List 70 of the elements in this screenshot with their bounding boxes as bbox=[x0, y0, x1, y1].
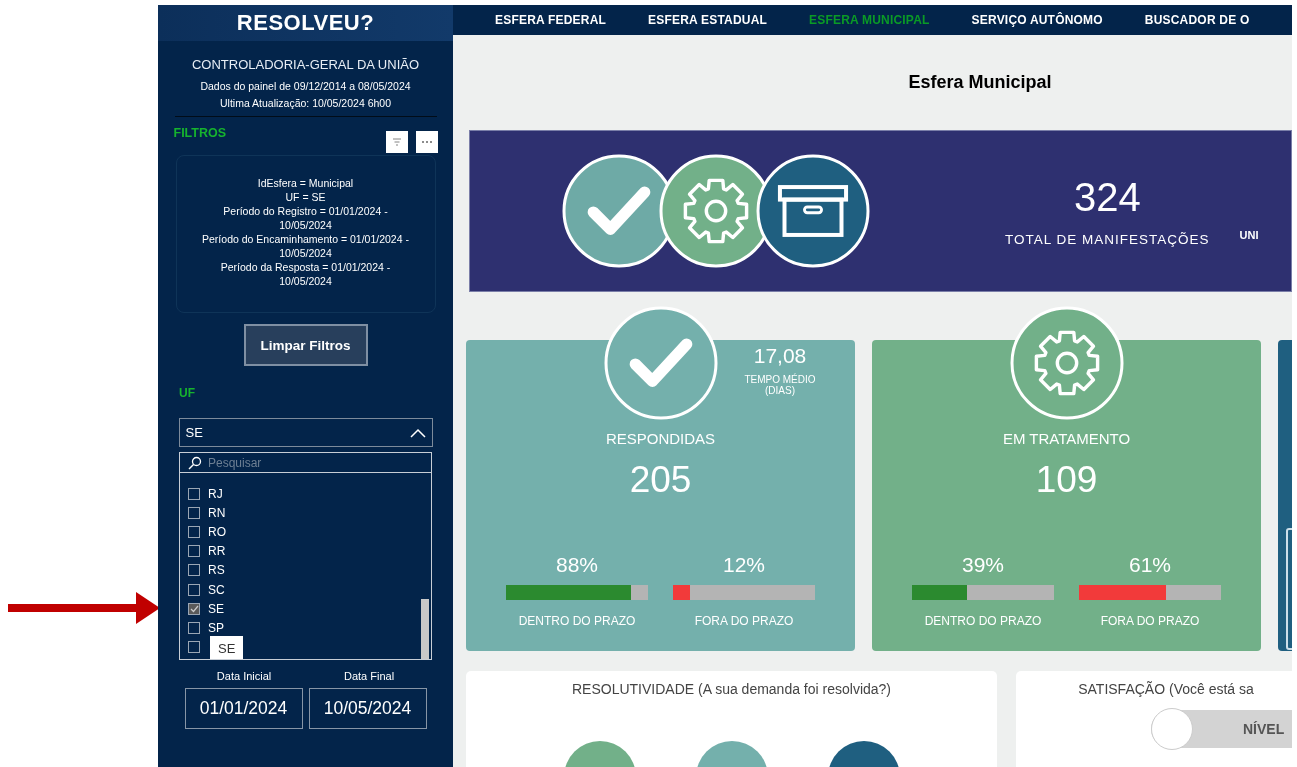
checkbox[interactable] bbox=[188, 583, 200, 596]
page-title: Esfera Municipal bbox=[908, 72, 1052, 93]
nav-tab[interactable]: ESFERA FEDERAL bbox=[453, 5, 628, 35]
checkbox[interactable] bbox=[188, 545, 200, 558]
dropdown-option[interactable]: RN bbox=[188, 503, 230, 523]
card-title: EM TRATAMENTO bbox=[1002, 430, 1131, 447]
organization-name: CONTROLADORIA-GERAL DA UNIÃO bbox=[191, 57, 420, 72]
checkbox[interactable] bbox=[188, 487, 200, 500]
card-title: RESPONDIDAS bbox=[605, 430, 716, 447]
filter-icon[interactable] bbox=[385, 131, 408, 153]
panel-title: SATISFAÇÃO (Você está sa bbox=[1078, 681, 1254, 697]
dropdown-option[interactable]: RO bbox=[188, 522, 230, 542]
date-field[interactable]: 01/01/2024 bbox=[184, 688, 303, 729]
date-field[interactable]: 10/05/2024 bbox=[308, 688, 427, 729]
level-pill: NÍVEL bbox=[1151, 710, 1292, 748]
percentage: 88% bbox=[556, 553, 598, 577]
filter-summary-text: Período do Encaminhamento = 01/01/2024 - 10/05/2024 bbox=[201, 232, 410, 260]
dropdown-option[interactable]: SC bbox=[188, 579, 229, 600]
info-text: Ultima Atualização: 10/05/2024 6h00 bbox=[218, 96, 392, 111]
total-value: 324 bbox=[1073, 175, 1141, 220]
total-label: TOTAL DE MANIFESTAÇÕES bbox=[1005, 232, 1210, 247]
checkbox[interactable] bbox=[188, 506, 200, 519]
uf-dropdown[interactable]: SE bbox=[178, 418, 433, 447]
archive-box-circle-icon bbox=[756, 154, 870, 268]
nav-tab[interactable]: ESFERA ESTADUAL bbox=[627, 5, 789, 35]
bar-label: FORA DO PRAZO bbox=[694, 614, 794, 628]
checkbox[interactable] bbox=[188, 621, 200, 634]
checkbox[interactable] bbox=[188, 602, 200, 615]
nav-tab[interactable]: SERVIÇO AUTÔNOMO bbox=[950, 5, 1124, 35]
nav-tab[interactable]: BUSCADOR DE O bbox=[1123, 5, 1271, 35]
dropdown-option[interactable]: SP bbox=[188, 618, 228, 638]
checkbox[interactable] bbox=[188, 525, 200, 538]
filter-summary-text: UF = SE bbox=[285, 190, 326, 204]
bar-label: DENTRO DO PRAZO bbox=[924, 614, 1042, 628]
date-label: Data Inicial bbox=[216, 670, 272, 682]
search-input[interactable]: Pesquisar bbox=[208, 455, 408, 470]
percentage: 12% bbox=[723, 553, 765, 577]
card-value: 205 bbox=[629, 459, 692, 501]
search-field[interactable]: Pesquisar bbox=[180, 453, 431, 473]
tooltip: SE bbox=[210, 636, 244, 659]
uf-label: UF bbox=[179, 386, 195, 400]
average-time-value: 17,08 bbox=[753, 344, 807, 368]
checkbox[interactable] bbox=[188, 564, 200, 577]
search-icon bbox=[188, 455, 202, 470]
arrow-icon bbox=[8, 590, 160, 626]
filters-label: FILTROS bbox=[173, 126, 228, 140]
app-title: RESOLVEU? bbox=[236, 10, 375, 36]
scrollbar-thumb[interactable] bbox=[421, 599, 429, 659]
more-options-icon[interactable] bbox=[415, 131, 438, 153]
bar-label: FORA DO PRAZO bbox=[1100, 614, 1200, 628]
clear-filters-button[interactable]: Limpar Filtros bbox=[243, 324, 368, 366]
filter-summary-text: IdEsfera = Municipal bbox=[257, 176, 354, 190]
filter-summary-text: Período da Resposta = 01/01/2024 - 10/05/2024 bbox=[219, 260, 392, 288]
caret-icon bbox=[409, 427, 426, 438]
percentage: 39% bbox=[962, 553, 1004, 577]
stat-label: UNI bbox=[1239, 229, 1259, 241]
date-label: Data Final bbox=[344, 670, 395, 682]
dropdown-option[interactable]: RR bbox=[188, 541, 230, 561]
dropdown-option[interactable]: RS bbox=[188, 560, 229, 580]
percentage: 61% bbox=[1129, 553, 1171, 577]
average-time-label: TEMPO MÉDIO (DIAS) bbox=[743, 374, 817, 396]
dropdown-option[interactable]: SE bbox=[188, 599, 228, 619]
bar-label: DENTRO DO PRAZO bbox=[518, 614, 636, 628]
info-text: Dados do painel de 09/12/2014 a 08/05/2024 bbox=[200, 79, 411, 94]
nav-tab[interactable]: ESFERA MUNICIPAL bbox=[788, 5, 951, 35]
filter-summary-text: Período do Registro = 01/01/2024 - 10/05/2024 bbox=[222, 204, 389, 232]
dropdown-option[interactable]: RJ bbox=[188, 484, 227, 504]
card-value: 109 bbox=[1035, 459, 1098, 501]
panel-title: RESOLUTIVIDADE (A sua demanda foi resolvida?) bbox=[572, 681, 891, 697]
checkbox[interactable] bbox=[188, 641, 200, 654]
